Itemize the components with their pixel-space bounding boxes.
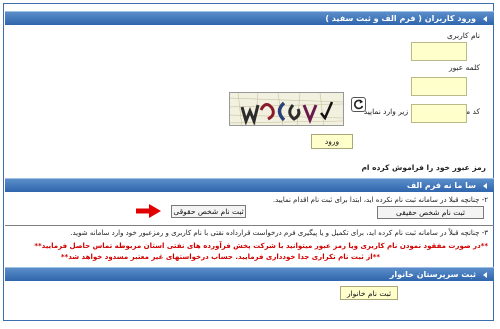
warning-lost-credentials: **در صورت مفقود نمودن نام کاربری ویا رمز… (34, 242, 488, 250)
family-section-header: ثبت سرپرستان خانوار (5, 267, 494, 281)
divider (5, 225, 494, 226)
password-input[interactable] (411, 77, 467, 96)
form-a-section-header: سا ما نه فرم الف (5, 178, 494, 192)
triangle-icon (483, 16, 487, 22)
triangle-icon (483, 183, 487, 189)
username-input[interactable] (411, 42, 467, 61)
captcha-input[interactable] (411, 104, 467, 123)
family-register-button[interactable]: ثبت نام خانوار (340, 286, 398, 300)
forgot-password-link[interactable]: رمز عبور خود را فراموش کرده ام (361, 163, 486, 172)
family-section-title: ثبت سرپرستان خانوار (389, 270, 476, 279)
triangle-icon (483, 272, 487, 278)
natural-person-register-button[interactable]: ثبت نام شخص حقیقی (377, 206, 484, 219)
step3-text: ۳- چنانچه قبلاً در سامانه ثبت نام کرده ا… (70, 229, 488, 237)
password-label: کلمه عبور (448, 63, 480, 72)
form-a-section-title: سا ما نه فرم الف (406, 181, 476, 190)
login-button[interactable]: ورود (311, 134, 353, 149)
username-label: نام کاربری (447, 31, 480, 40)
captcha-image (229, 92, 344, 126)
warning-duplicate-registration: **از ثبت نام تکراری جدا خودداری فرمایید.… (60, 253, 380, 261)
arrow-icon (136, 204, 161, 218)
legal-person-register-button[interactable]: ثبت نام شخص حقوقی (171, 205, 246, 218)
refresh-icon (354, 99, 364, 110)
login-section-title: ورود کاربران ( فرم الف و ثبت سفید ) (325, 14, 476, 23)
refresh-captcha-button[interactable] (351, 97, 366, 112)
step2-text: ۲- چنانچه قبلا در سامانه ثبت نام نکرده ا… (272, 196, 488, 204)
login-section-header: ورود کاربران ( فرم الف و ثبت سفید ) (5, 11, 494, 25)
